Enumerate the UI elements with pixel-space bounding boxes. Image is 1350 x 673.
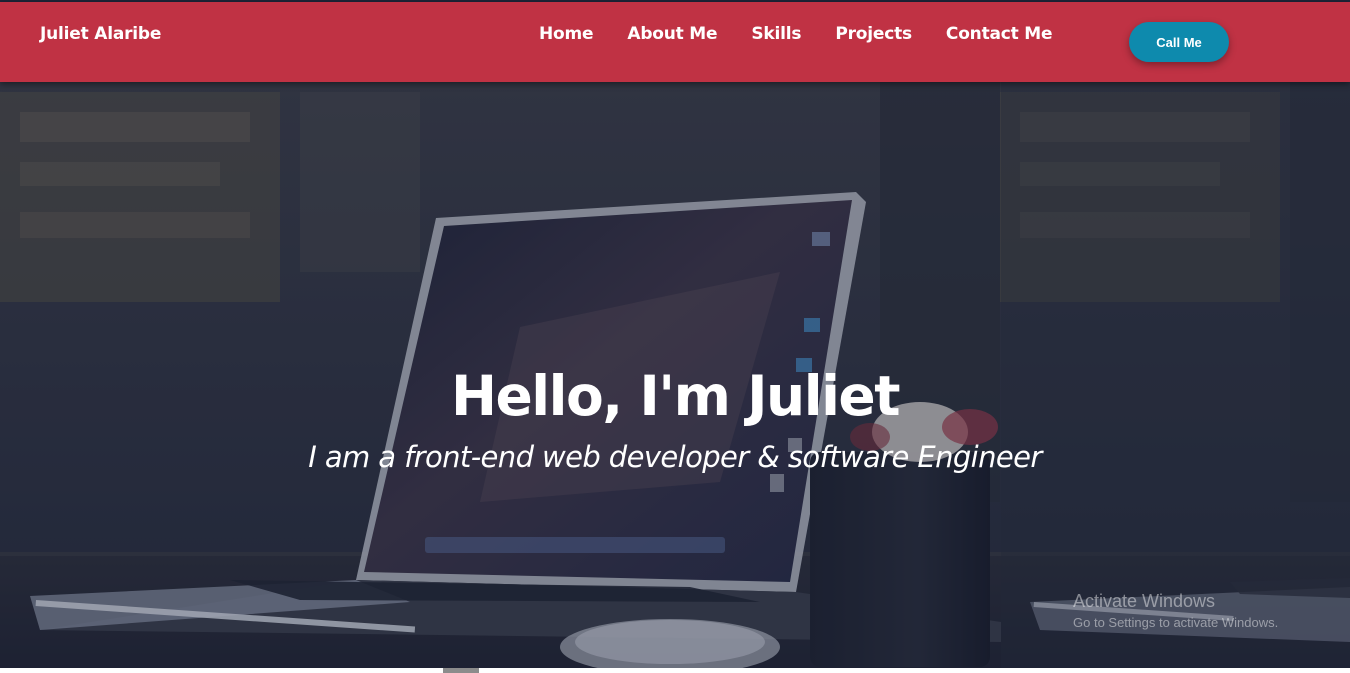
nav-about-me[interactable]: About Me (627, 24, 717, 44)
nav-links: Home About Me Skills Projects Contact Me (539, 24, 1053, 44)
nav-contact-me[interactable]: Contact Me (946, 24, 1053, 44)
nav-skills[interactable]: Skills (751, 24, 801, 44)
hero-subtitle: I am a front-end web developer & softwar… (308, 440, 1042, 474)
activation-hint: Go to Settings to activate Windows. (1073, 615, 1279, 630)
page: Juliet Alaribe Home About Me Skills Proj… (0, 0, 1350, 673)
brand-logo[interactable]: Juliet Alaribe (40, 24, 161, 44)
nav-home[interactable]: Home (539, 24, 594, 44)
windows-activation-watermark: Activate Windows Go to Settings to activ… (1073, 591, 1278, 630)
hero-title: Hello, I'm Juliet (450, 364, 901, 428)
activation-title: Activate Windows (1073, 591, 1216, 611)
hero-section: Hello, I'm Juliet I am a front-end web d… (0, 82, 1350, 670)
navbar: Juliet Alaribe Home About Me Skills Proj… (0, 2, 1350, 82)
nav-projects[interactable]: Projects (835, 24, 912, 44)
horizontal-scrollbar[interactable] (0, 668, 1350, 673)
scrollbar-thumb[interactable] (443, 668, 479, 673)
call-me-button[interactable]: Call Me (1129, 22, 1229, 62)
